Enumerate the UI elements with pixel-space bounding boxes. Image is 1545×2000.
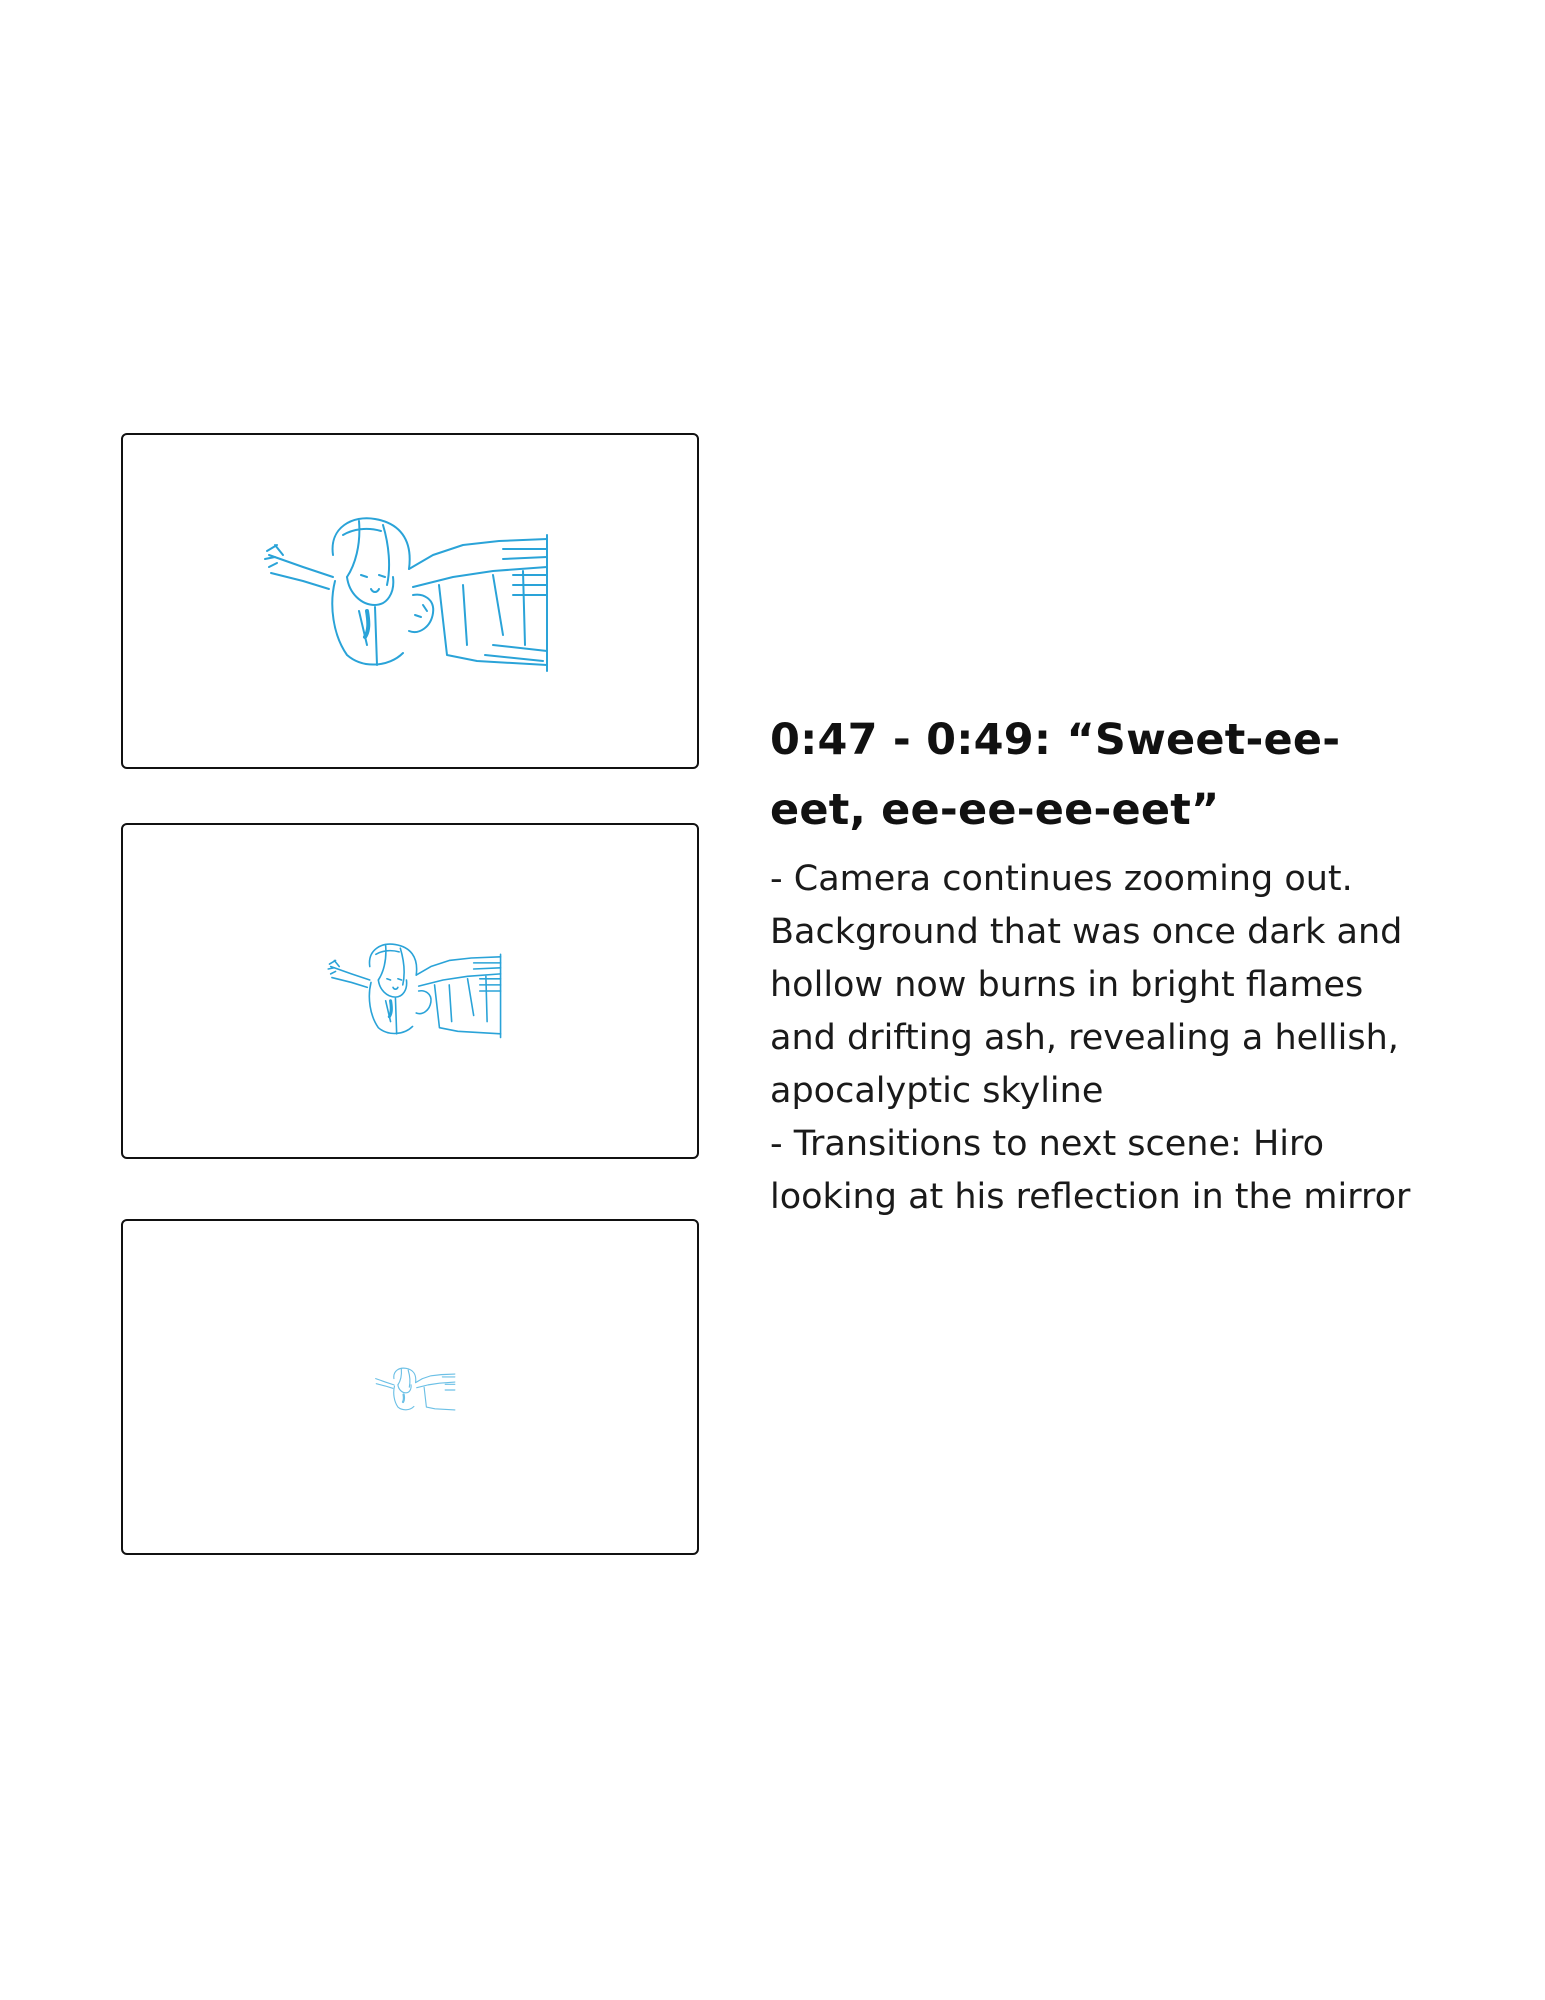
storyboard-frame-3	[121, 1219, 699, 1555]
sketch-illustration	[375, 1367, 456, 1411]
note-line: - Camera continues zooming out. Backgrou…	[770, 859, 1403, 1111]
scene-notes: 0:47 - 0:49: “Sweet-ee-eet, ee-ee-ee-eet…	[770, 705, 1420, 1224]
note-line: - Transitions to next scene: Hiro lookin…	[770, 1124, 1411, 1217]
scene-heading: 0:47 - 0:49: “Sweet-ee-eet, ee-ee-ee-eet…	[770, 715, 1341, 835]
storyboard-frame-2	[121, 823, 699, 1159]
scene-description: - Camera continues zooming out. Backgrou…	[770, 853, 1420, 1224]
sketch-illustration	[327, 943, 502, 1039]
storyboard-frame-1	[121, 433, 699, 769]
sketch-illustration	[264, 517, 548, 672]
